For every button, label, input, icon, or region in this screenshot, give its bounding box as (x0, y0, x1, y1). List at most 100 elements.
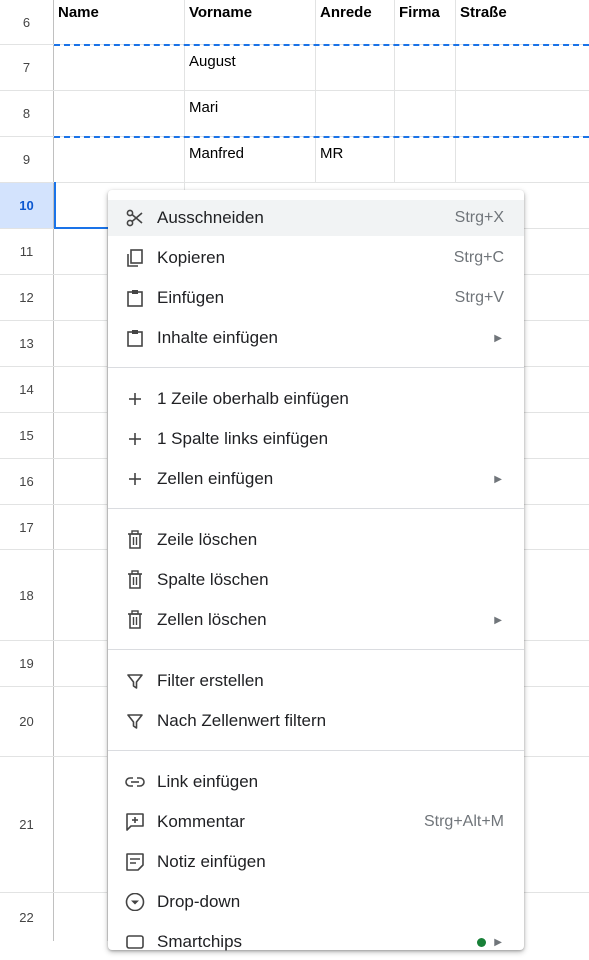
menu-divider (108, 649, 524, 650)
menu-item-label: Filter erstellen (157, 671, 264, 690)
menu-divider (108, 367, 524, 368)
plus-icon (124, 388, 146, 410)
shortcut-text: Strg+V (454, 289, 504, 306)
cell[interactable] (54, 550, 108, 640)
row-number[interactable]: 8 (0, 91, 54, 136)
submenu-arrow-icon: ▶ (494, 332, 502, 344)
row-number[interactable]: 6 (0, 0, 54, 44)
row-number[interactable]: 18 (0, 550, 54, 640)
cell[interactable] (395, 137, 456, 182)
clipboard-icon (124, 287, 146, 309)
menu-item-filter-by-value[interactable]: Nach Zellenwert filtern (108, 703, 524, 739)
row-number[interactable]: 12 (0, 275, 54, 320)
cell[interactable] (395, 45, 456, 90)
row-number[interactable]: 13 (0, 321, 54, 366)
cell[interactable] (54, 641, 108, 686)
menu-item-create-filter[interactable]: Filter erstellen (108, 663, 524, 699)
menu-item-insert-col-left[interactable]: 1 Spalte links einfügen (108, 421, 524, 457)
table-row: 7 August (0, 45, 589, 91)
menu-item-insert-link[interactable]: Link einfügen (108, 764, 524, 800)
cell[interactable] (316, 91, 395, 136)
row-number-active[interactable]: 10 (0, 183, 54, 228)
row-number[interactable]: 22 (0, 893, 54, 941)
row-number[interactable]: 9 (0, 137, 54, 182)
header-cell-anrede[interactable]: Anrede (316, 0, 395, 44)
menu-item-insert-row-above[interactable]: 1 Zeile oberhalb einfügen (108, 381, 524, 417)
submenu-arrow-icon: ▶ (494, 473, 502, 485)
cell[interactable] (54, 91, 185, 136)
scissors-icon (124, 207, 146, 229)
cell[interactable] (54, 137, 185, 182)
row-number[interactable]: 20 (0, 687, 54, 756)
row-number[interactable]: 15 (0, 413, 54, 458)
cell-vorname[interactable]: August (185, 45, 316, 90)
menu-item-delete-row[interactable]: Zeile löschen (108, 522, 524, 558)
menu-item-comment[interactable]: Kommentar Strg+Alt+M (108, 804, 524, 840)
cell[interactable] (54, 275, 108, 320)
menu-item-label: Zellen löschen (157, 610, 267, 629)
menu-item-label: Notiz einfügen (157, 852, 266, 871)
new-badge-dot (477, 937, 486, 947)
cell[interactable] (54, 229, 108, 274)
clipboard-icon (124, 327, 146, 349)
menu-item-label: Link einfügen (157, 772, 259, 791)
menu-item-insert-note[interactable]: Notiz einfügen (108, 844, 524, 880)
trash-icon (124, 569, 146, 591)
menu-item-label: Spalte löschen (157, 570, 269, 589)
menu-item-copy[interactable]: Kopieren Strg+C (108, 240, 524, 276)
cell-vorname[interactable]: Manfred (185, 137, 316, 182)
cell[interactable] (54, 687, 108, 756)
menu-item-dropdown[interactable]: Drop-down (108, 884, 524, 920)
trash-icon (124, 609, 146, 631)
menu-item-delete-col[interactable]: Spalte löschen (108, 562, 524, 598)
menu-item-insert-cells[interactable]: Zellen einfügen ▶ (108, 461, 524, 497)
menu-item-label: Zellen einfügen (157, 469, 274, 488)
menu-item-label: Drop-down (157, 892, 241, 911)
menu-item-label: Kommentar (157, 812, 245, 831)
cell[interactable] (54, 505, 108, 549)
cell[interactable] (54, 45, 185, 90)
trash-icon (124, 529, 146, 551)
cell[interactable] (316, 45, 395, 90)
menu-item-cut[interactable]: Ausschneiden Strg+X (108, 200, 524, 236)
header-cell-vorname[interactable]: Vorname (185, 0, 316, 44)
header-cell-name[interactable]: Name (54, 0, 185, 44)
copy-icon (124, 247, 146, 269)
row-number[interactable]: 7 (0, 45, 54, 90)
cell[interactable] (54, 321, 108, 366)
shortcut-text: Strg+Alt+M (423, 813, 504, 830)
context-menu: Ausschneiden Strg+X Kopieren Strg+C Einf… (108, 190, 524, 951)
comment-add-icon (124, 811, 146, 833)
link-icon (124, 771, 146, 793)
submenu-arrow-icon: ▶ (494, 936, 502, 948)
row-number[interactable]: 17 (0, 505, 54, 549)
cell[interactable] (54, 893, 108, 941)
cell[interactable] (54, 413, 108, 458)
row-number[interactable]: 16 (0, 459, 54, 504)
header-cell-firma[interactable]: Firma (395, 0, 456, 44)
menu-item-smartchips[interactable]: Smartchips ▶ (108, 924, 524, 960)
cell[interactable] (54, 459, 108, 504)
row-number[interactable]: 21 (0, 757, 54, 892)
dropdown-icon (124, 891, 146, 913)
menu-item-label: Nach Zellenwert filtern (157, 711, 327, 730)
smartchip-icon (124, 931, 146, 953)
cell-anrede[interactable]: MR (316, 137, 395, 182)
plus-icon (124, 428, 146, 450)
plus-icon (124, 468, 146, 490)
menu-item-delete-cells[interactable]: Zellen löschen ▶ (108, 602, 524, 638)
cell[interactable] (395, 91, 456, 136)
menu-item-paste[interactable]: Einfügen Strg+V (108, 280, 524, 316)
shortcut-text: Strg+X (454, 209, 504, 226)
note-icon (124, 851, 146, 873)
cell[interactable] (54, 757, 108, 892)
header-cell-strasse[interactable]: Straße (456, 0, 589, 44)
cell[interactable] (54, 367, 108, 412)
row-number[interactable]: 11 (0, 229, 54, 274)
row-number[interactable]: 19 (0, 641, 54, 686)
table-row: 6 Name Vorname Anrede Firma Straße (0, 0, 589, 45)
menu-item-paste-special[interactable]: Inhalte einfügen ▶ (108, 320, 524, 356)
menu-item-label: Ausschneiden (157, 208, 264, 227)
row-number[interactable]: 14 (0, 367, 54, 412)
cell-vorname[interactable]: Mari (185, 91, 316, 136)
